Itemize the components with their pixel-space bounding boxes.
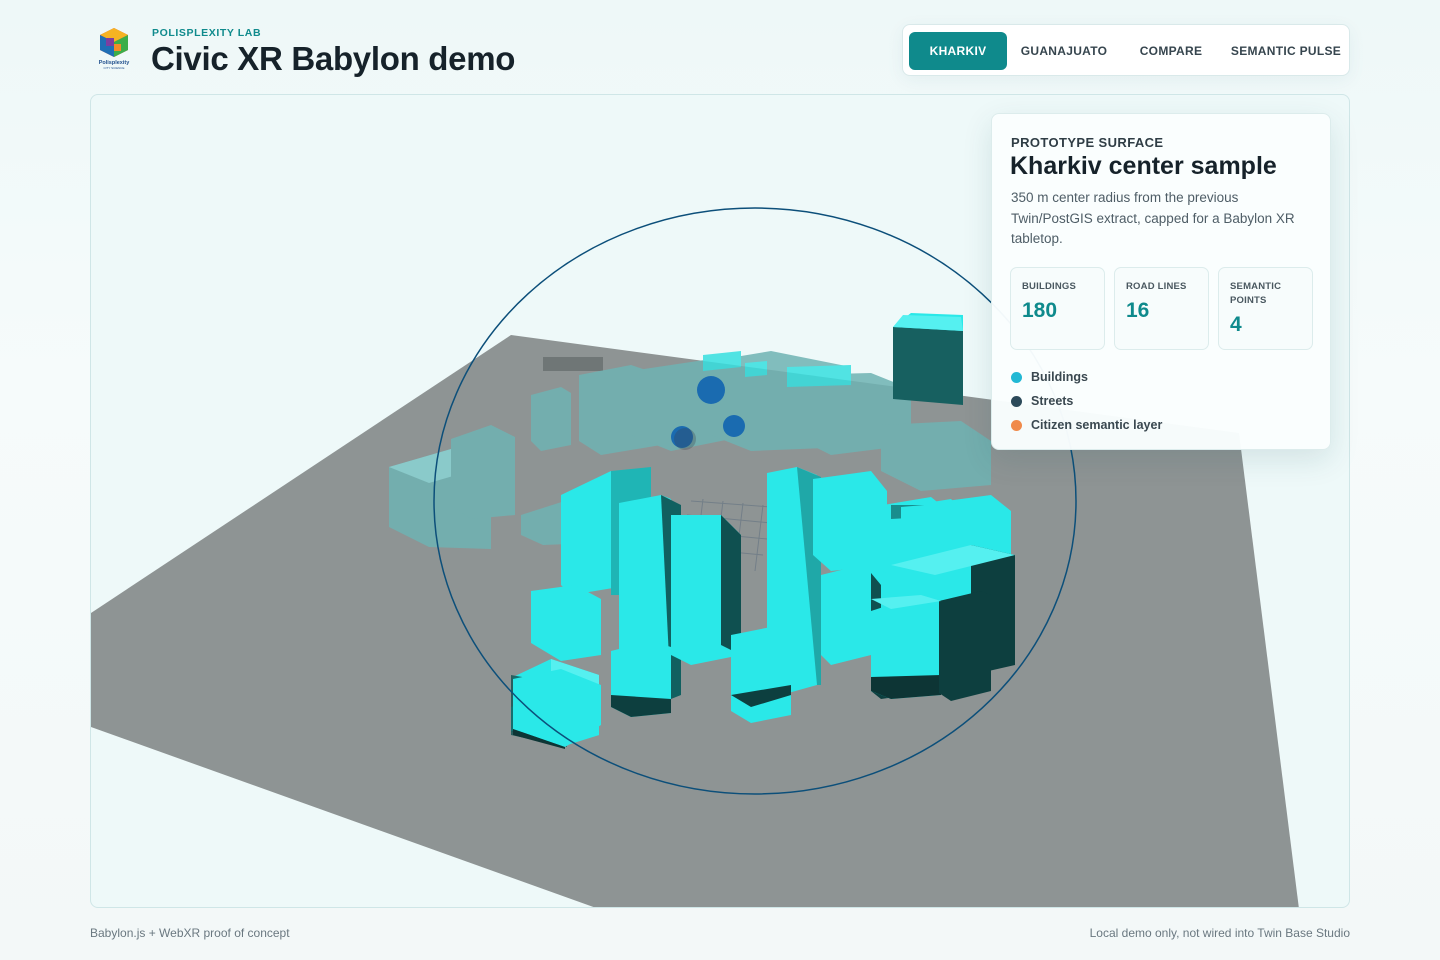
panel-kicker: PROTOTYPE SURFACE xyxy=(1011,135,1164,150)
stat-value: 16 xyxy=(1126,299,1150,322)
polisplexity-logo-icon: Polisplexity CITY SCIENCE xyxy=(99,28,130,70)
tab-semantic-pulse[interactable]: SEMANTIC PULSE xyxy=(1227,32,1345,70)
panel-description: 350 m center radius from the previous Tw… xyxy=(1011,190,1295,246)
app-header: Polisplexity CITY SCIENCE POLISPLEXITY L… xyxy=(0,0,1440,94)
stat-label: SEMANTIC POINTS xyxy=(1230,281,1282,306)
legend-label: Citizen semantic layer xyxy=(1031,418,1163,432)
footer-note: Local demo only, not wired into Twin Bas… xyxy=(1089,926,1350,940)
panel-title: Kharkiv center sample xyxy=(1010,152,1277,180)
tab-kharkiv[interactable]: KHARKIV xyxy=(909,32,1007,70)
info-panel: PROTOTYPE SURFACE Kharkiv center sample … xyxy=(991,113,1331,450)
lab-kicker: POLISPLEXITY LAB xyxy=(152,27,262,39)
legend-dot-icon xyxy=(1011,372,1022,383)
stat-value: 180 xyxy=(1022,299,1058,322)
building-tower-right xyxy=(893,313,963,405)
tab-guanajuato[interactable]: GUANAJUATO xyxy=(1013,32,1115,70)
footer-credit: Babylon.js + WebXR proof of concept xyxy=(90,926,290,940)
legend-label: Streets xyxy=(1031,394,1074,408)
city-tabs: KHARKIV GUANAJUATO COMPARE SEMANTIC PULS… xyxy=(902,24,1350,76)
page-title: Civic XR Babylon demo xyxy=(151,40,516,77)
legend-dot-icon xyxy=(1011,420,1022,431)
tab-compare[interactable]: COMPARE xyxy=(1125,32,1217,70)
legend-label: Buildings xyxy=(1031,370,1088,384)
logo-subtext: CITY SCIENCE xyxy=(104,66,125,70)
stat-buildings: BUILDINGS 180 xyxy=(1010,267,1105,350)
stat-road-lines: ROAD LINES 16 xyxy=(1114,267,1209,350)
stat-label: ROAD LINES xyxy=(1126,281,1187,292)
stat-label: BUILDINGS xyxy=(1022,281,1077,292)
stat-value: 4 xyxy=(1230,313,1242,336)
legend-dot-icon xyxy=(1011,396,1022,407)
map-label-patch xyxy=(543,357,603,371)
stat-semantic-points: SEMANTIC POINTS 4 xyxy=(1218,267,1313,350)
